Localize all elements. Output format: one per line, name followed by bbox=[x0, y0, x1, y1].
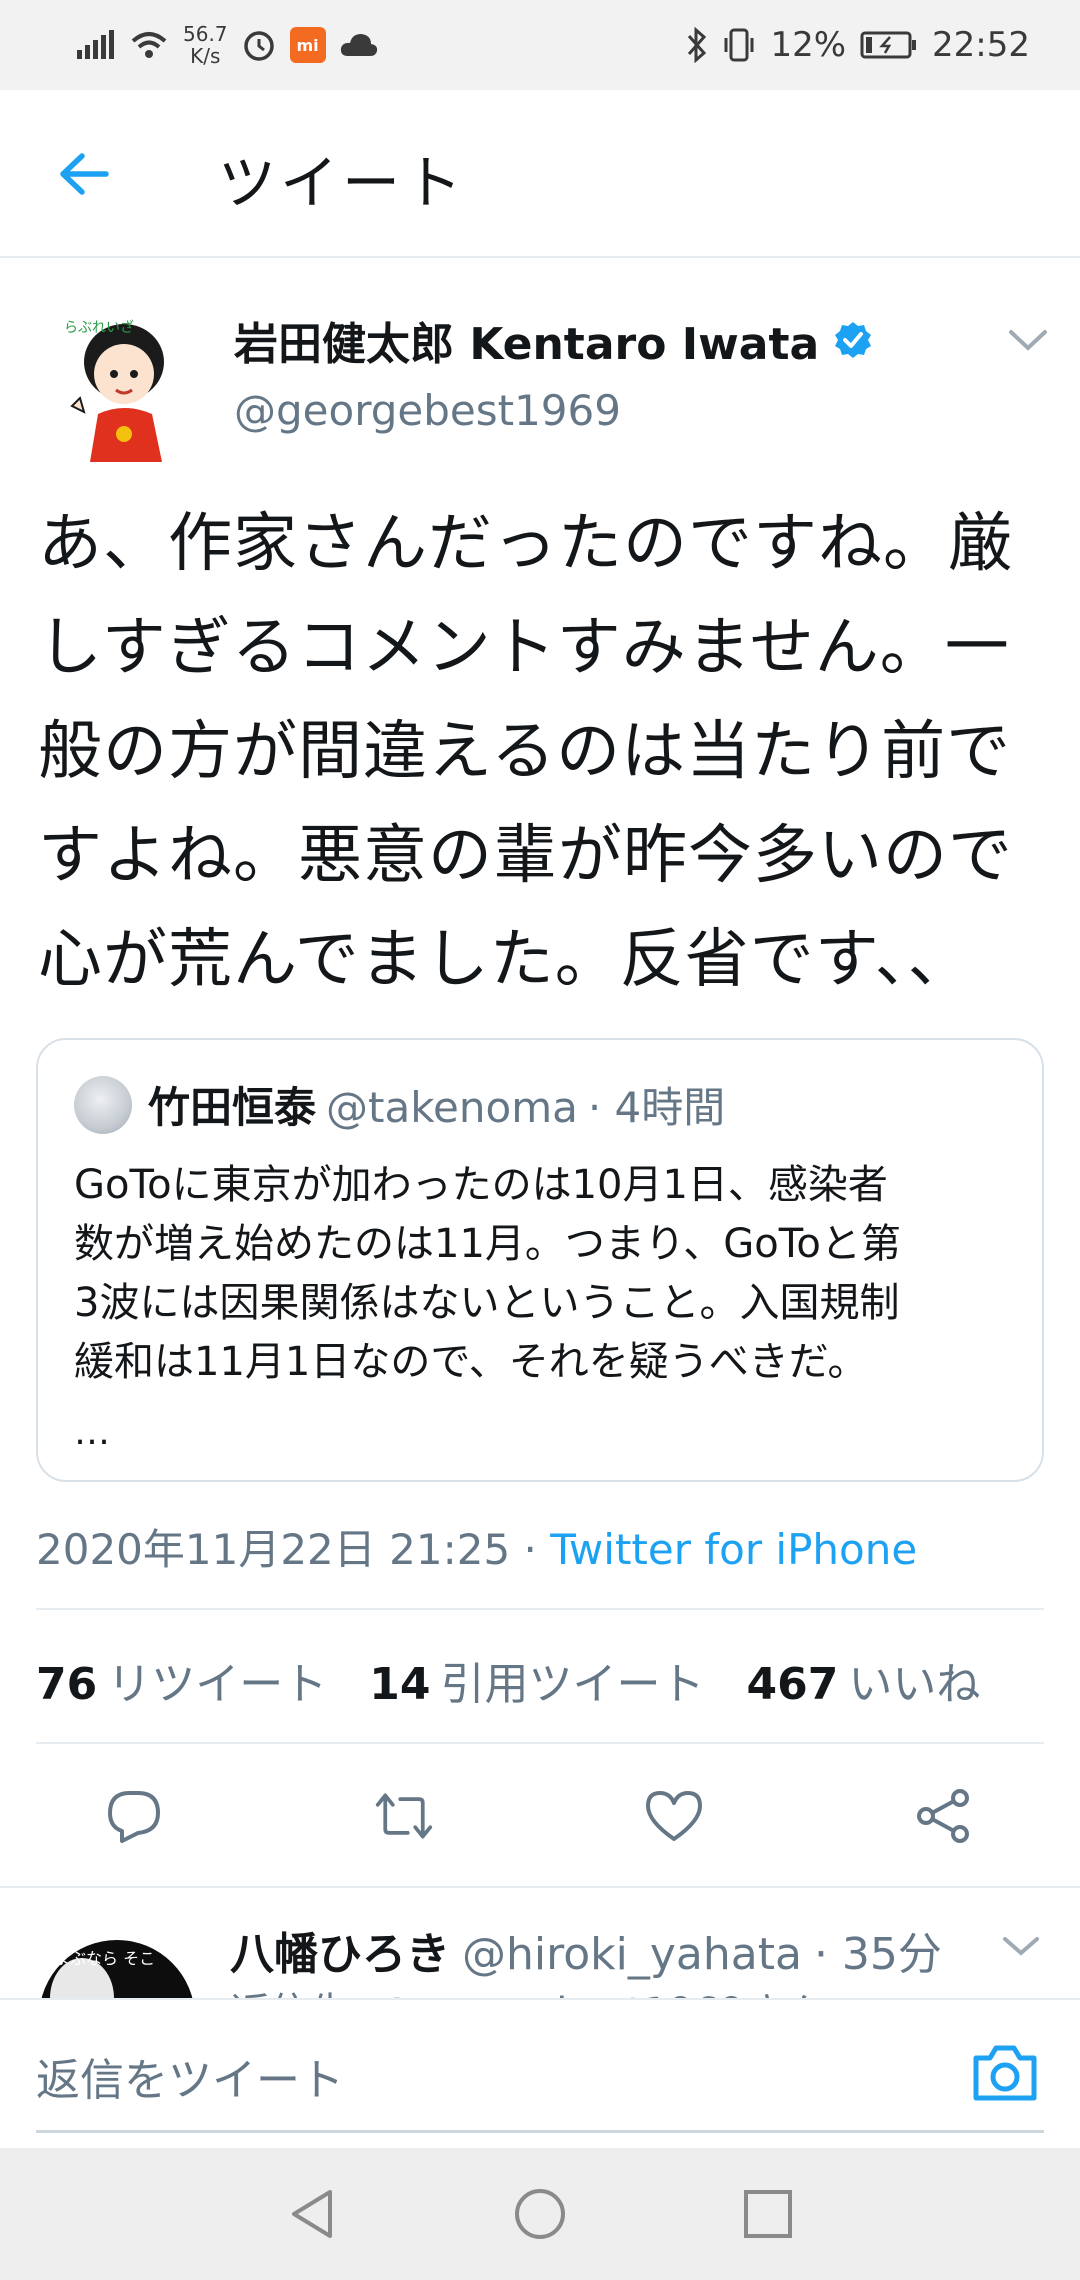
quote-time: · 4時間 bbox=[587, 1083, 726, 1132]
author-handle[interactable]: @georgebest1969 bbox=[234, 386, 621, 435]
reply-author-handle[interactable]: @hiroki_yahata bbox=[462, 1929, 802, 1980]
share-button[interactable] bbox=[914, 1786, 974, 1846]
divider bbox=[36, 1608, 1044, 1610]
reply-author-name[interactable]: 八幡ひろき bbox=[230, 1918, 450, 1982]
reply-input[interactable]: 返信をツイート bbox=[36, 2044, 344, 2108]
battery-percent: 12% bbox=[770, 25, 847, 65]
bluetooth-icon bbox=[688, 27, 707, 63]
author-name[interactable]: 岩田健太郎 Kentaro Iwata bbox=[234, 308, 873, 372]
top-app-bar: ツイート bbox=[0, 90, 1080, 258]
quote-author-name: 竹田恒泰 bbox=[148, 1083, 317, 1132]
quote-text: GoToに東京が加わったのは10月1日、感染者 数が増え始めたのは11月。つまり… bbox=[74, 1162, 901, 1385]
tweet-client-link[interactable]: Twitter for iPhone bbox=[550, 1525, 917, 1574]
wifi-icon bbox=[131, 32, 167, 58]
tweet-actions bbox=[0, 1744, 1080, 1884]
signal-icon bbox=[77, 30, 114, 59]
verified-badge-icon bbox=[835, 322, 872, 358]
reply-button[interactable] bbox=[104, 1786, 164, 1846]
retweet-button[interactable] bbox=[374, 1786, 434, 1846]
reply-compose-bar: 返信をツイート bbox=[0, 1998, 1080, 2148]
tweet-stats: 76 リツイート 14 引用ツイート 467 いいね bbox=[36, 1648, 980, 1712]
reply-time: · 35分 bbox=[813, 1929, 942, 1980]
nav-home-icon[interactable] bbox=[510, 2184, 570, 2244]
cloud-icon bbox=[340, 34, 377, 56]
svg-text:よぶなら そこ: よぶなら そこ bbox=[54, 1949, 155, 1968]
alarm-icon bbox=[243, 31, 274, 61]
battery-icon bbox=[860, 31, 917, 59]
quote-ellipsis: … bbox=[74, 1412, 110, 1453]
likes-stat[interactable]: 467 いいね bbox=[746, 1648, 980, 1712]
clock: 22:52 bbox=[932, 25, 1030, 65]
nav-recents-icon[interactable] bbox=[738, 2184, 798, 2244]
tweet-text: あ、作家さんだったのですね。厳 しすぎるコメントすみません。一 般の方が間違える… bbox=[38, 507, 1013, 997]
arrow-left-icon bbox=[60, 153, 109, 195]
divider bbox=[0, 1886, 1080, 1888]
camera-button[interactable] bbox=[970, 2040, 1040, 2106]
status-bar: 56.7 K/s mi 12% 22:52 bbox=[0, 0, 1080, 90]
input-underline bbox=[36, 2130, 1044, 2133]
chevron-down-icon[interactable] bbox=[1000, 1930, 1042, 1962]
quote-author-avatar bbox=[74, 1076, 132, 1134]
chevron-down-icon[interactable] bbox=[1005, 322, 1051, 358]
vibrate-icon bbox=[724, 28, 754, 62]
network-speed: 56.7 K/s bbox=[183, 22, 228, 68]
system-navigation-bar bbox=[0, 2148, 1080, 2280]
tweet-meta: 2020年11月22日 21:25 · Twitter for iPhone bbox=[36, 1516, 917, 1577]
page-title: ツイート bbox=[218, 149, 467, 217]
quote-tweets-stat[interactable]: 14 引用ツイート bbox=[369, 1648, 704, 1712]
share-icon bbox=[917, 1789, 969, 1843]
reply-to-text: 返信先: @georgebest1969さん bbox=[230, 1980, 825, 2000]
heart-icon bbox=[646, 1791, 702, 1841]
retweet-icon bbox=[375, 1793, 433, 1839]
mi-icon: mi bbox=[289, 27, 326, 63]
quoted-tweet[interactable]: 竹田恒泰 @takenoma · 4時間 GoToに東京が加わったのは10月1日… bbox=[36, 1038, 1044, 1482]
reply-header: 八幡ひろき @hiroki_yahata · 35分 bbox=[230, 1918, 942, 1982]
author-avatar[interactable]: らぶれいざ bbox=[62, 302, 180, 462]
svg-text:らぶれいざ: らぶれいざ bbox=[64, 319, 134, 336]
like-button[interactable] bbox=[644, 1786, 704, 1846]
nav-back-icon[interactable] bbox=[282, 2184, 342, 2244]
tweet-timestamp: 2020年11月22日 21:25 · bbox=[36, 1525, 551, 1574]
camera-icon bbox=[973, 2045, 1037, 2101]
quote-author-handle: @takenoma bbox=[326, 1083, 578, 1132]
back-button[interactable] bbox=[52, 142, 116, 206]
quote-header: 竹田恒泰 @takenoma · 4時間 bbox=[148, 1074, 725, 1135]
retweets-stat[interactable]: 76 リツイート bbox=[36, 1648, 327, 1712]
reply-icon bbox=[108, 1791, 160, 1843]
